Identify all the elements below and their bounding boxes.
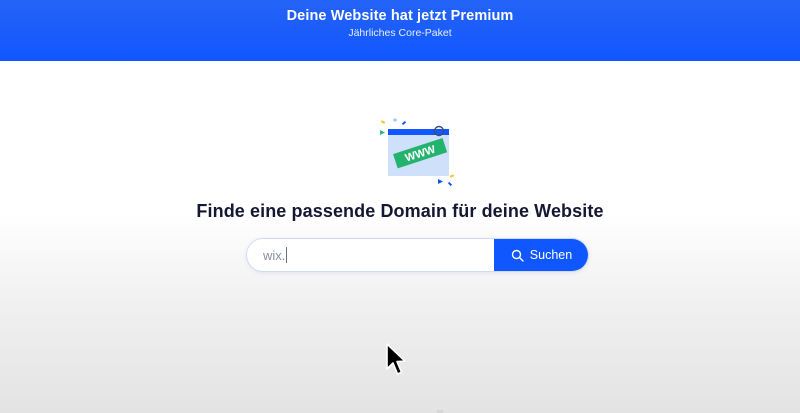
page-headline: Finde eine passende Domain für deine Web… [196, 201, 604, 221]
search-icon [511, 249, 524, 262]
banner-title: Deine Website hat jetzt Premium [286, 8, 514, 24]
domain-search-input[interactable] [247, 239, 495, 271]
domain-search-bar: Suchen [246, 238, 589, 272]
text-caret [286, 247, 287, 263]
www-illustration-graphic: WWW [380, 118, 455, 187]
search-button[interactable]: Suchen [494, 239, 588, 271]
search-button-label: Suchen [529, 248, 573, 262]
premium-banner: Deine Website hat jetzt Premium Jährlich… [0, 0, 800, 61]
mouse-cursor-icon [385, 343, 407, 377]
www-browser-illustration: WWW [374, 117, 464, 191]
banner-subtitle: Jährliches Core-Paket [348, 27, 452, 39]
